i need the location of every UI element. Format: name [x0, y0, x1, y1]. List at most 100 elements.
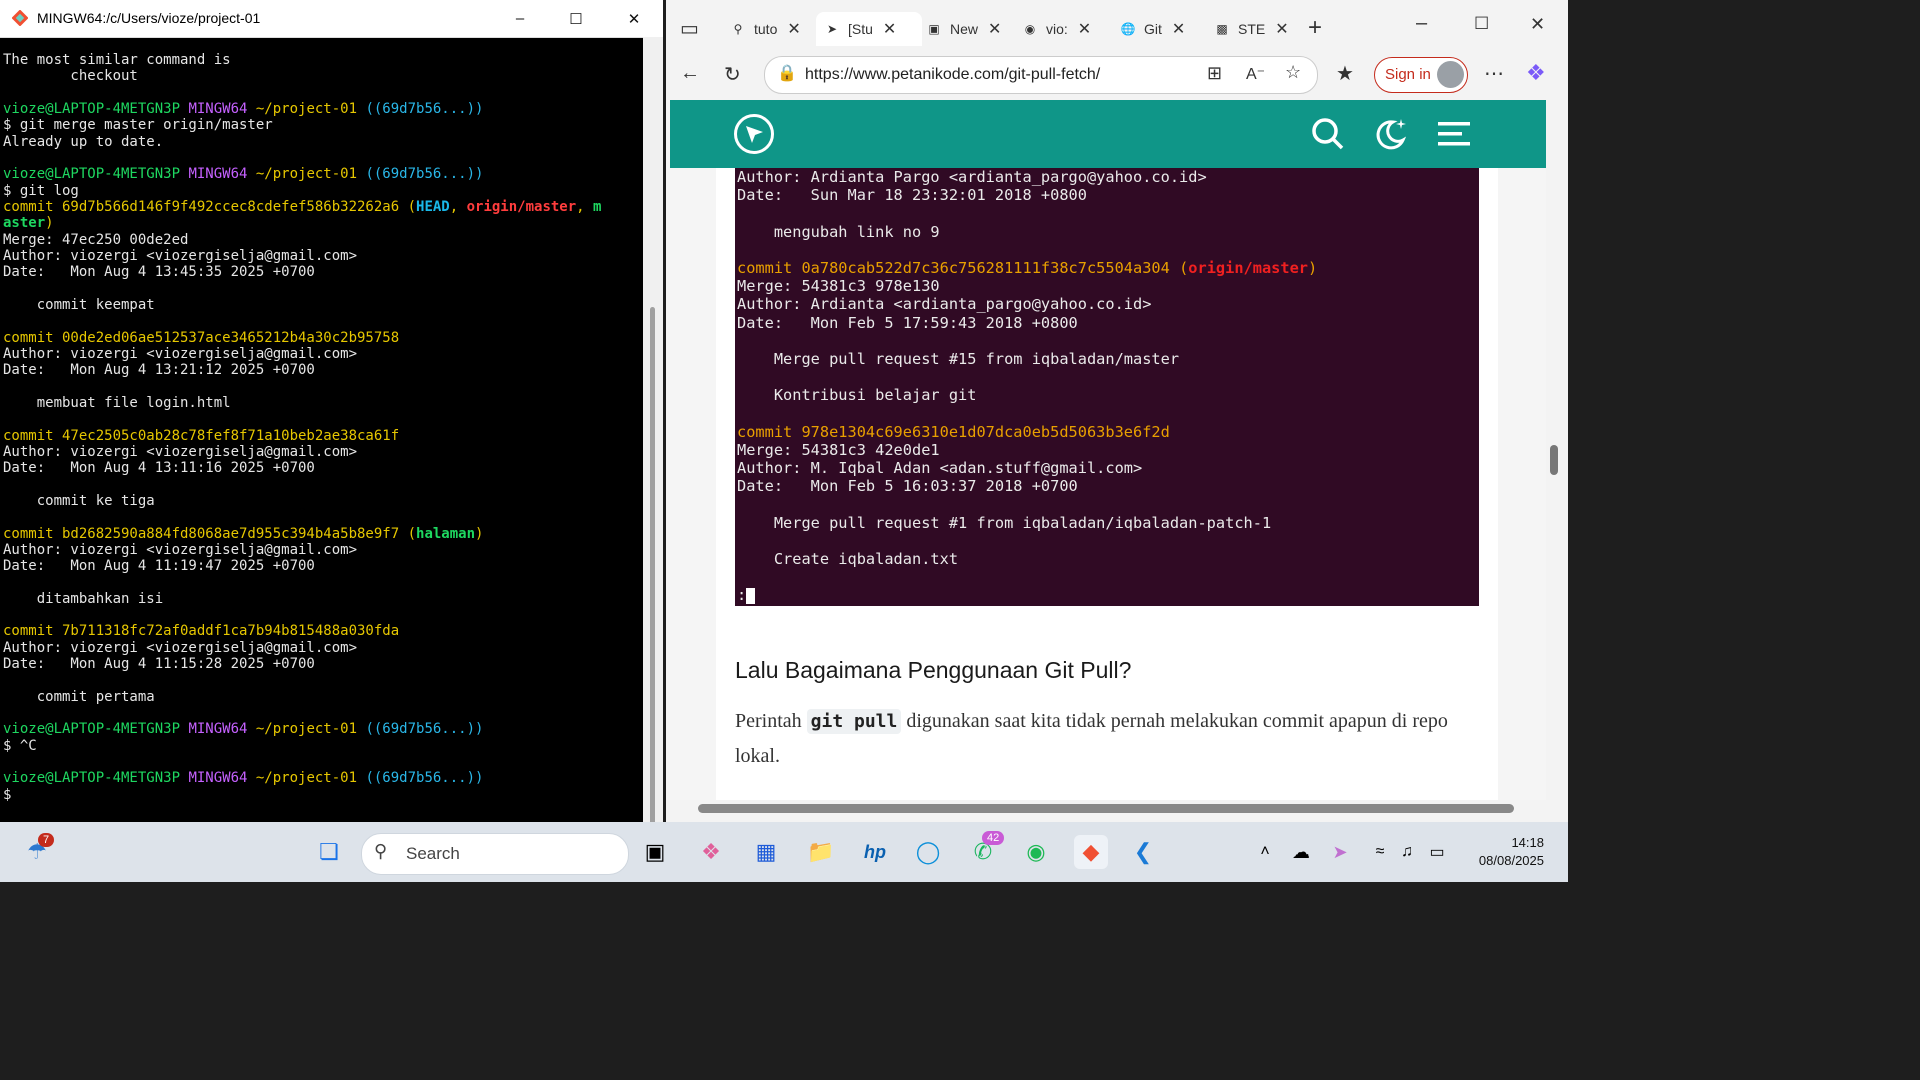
screenshot-line: Kontribusi belajar git	[735, 386, 1479, 404]
back-icon[interactable]: ←	[680, 62, 700, 85]
page-scrollbar[interactable]	[1546, 100, 1568, 800]
search-input[interactable]: ⚲ Search	[361, 833, 629, 875]
screenshot-line-segment: Date: Mon Feb 5 17:59:43 2018 +0800	[737, 313, 1078, 332]
taskbar: ☂ 7 ❏ ⚲ Search ▣ ❖ ▦ 📁 hp ◯ ✆ 42 ◉ ◆ ❮ ˄…	[0, 822, 1568, 882]
terminal-title: MINGW64:/c/Users/vioze/project-01	[37, 10, 261, 26]
terminal-line-segment: ditambahkan isi	[3, 590, 164, 607]
close-button[interactable]: ✕	[605, 0, 663, 37]
tab-2[interactable]: ▣ New ✕	[918, 12, 1016, 46]
menu-icon[interactable]	[1438, 120, 1470, 148]
browser-window[interactable]: ▭ ⚲ tuto ✕ ➤ [Stu ✕ ▣ New ✕ ◉ vio: ✕ 🌐 Git ✕ ▩ STE ✕ + – …	[666, 0, 1568, 822]
terminal-line-segment: The most similar command is	[3, 52, 231, 68]
screenshot-line-segment: Merge: 54381c3 42e0de1	[737, 440, 940, 459]
copilot-icon[interactable]: ❖	[694, 835, 728, 869]
cloud-icon[interactable]: ☁	[1284, 835, 1318, 869]
close-button[interactable]: ✕	[1530, 14, 1545, 35]
screenshot-line: Create iqbaladan.txt	[735, 550, 1479, 568]
terminal-line-segment: commit keempat	[3, 296, 155, 313]
new-tab-button[interactable]: +	[1308, 14, 1322, 42]
favorites-icon[interactable]: ★	[1336, 61, 1354, 86]
terminal-line-segment: ((69d7b56...))	[365, 100, 484, 117]
terminal-line-segment: HEAD	[416, 198, 450, 215]
edge-icon[interactable]: ◯	[911, 835, 945, 869]
close-tab-icon[interactable]: ✕	[1078, 19, 1091, 39]
logo-icon	[746, 126, 763, 143]
terminal-window[interactable]: MINGW64:/c/Users/vioze/project-01 – ☐ ✕ …	[0, 0, 663, 857]
terminal-output[interactable]: The most similar command is checkout vioz…	[3, 52, 643, 822]
file-explorer-icon[interactable]: 📁	[804, 835, 838, 869]
send-icon[interactable]: ➤	[1323, 835, 1357, 869]
terminal-line-segment: Date: Mon Aug 4 13:45:35 2025 +0700	[3, 264, 315, 281]
tab-label: tuto	[754, 21, 778, 37]
screenshot-line	[735, 568, 1479, 586]
terminal-scrollbar[interactable]	[643, 37, 663, 857]
horizontal-scrollbar[interactable]	[676, 800, 1546, 816]
terminal-titlebar[interactable]: MINGW64:/c/Users/vioze/project-01 – ☐ ✕	[0, 0, 663, 38]
hp-icon[interactable]: hp	[858, 835, 892, 869]
scrollbar-thumb[interactable]	[650, 307, 655, 857]
screenshot-line-segment: Merge pull request #15 from iqbaladan/ma…	[737, 349, 1180, 368]
vscode-icon[interactable]: ❮	[1126, 835, 1160, 869]
sign-in-button[interactable]: Sign in	[1374, 57, 1468, 93]
minimize-button[interactable]: –	[1416, 12, 1427, 35]
terminal-line-segment: vioze@LAPTOP-4METGN3P	[3, 770, 189, 787]
favorite-star-icon[interactable]: ☆	[1285, 62, 1301, 83]
dark-mode-icon[interactable]	[1373, 116, 1409, 152]
scrollbar-thumb[interactable]	[698, 804, 1514, 813]
terminal-line: $	[3, 787, 643, 803]
start-icon[interactable]: ❏	[312, 835, 346, 869]
site-logo[interactable]	[734, 114, 774, 154]
close-tab-icon[interactable]: ✕	[883, 19, 896, 39]
copilot-icon[interactable]: ❖	[1526, 60, 1546, 86]
maximize-button[interactable]: ☐	[547, 0, 605, 37]
clock[interactable]: 14:18 08/08/2025	[1460, 834, 1544, 870]
tab-0[interactable]: ⚲ tuto ✕	[722, 12, 822, 46]
close-tab-icon[interactable]: ✕	[787, 19, 800, 39]
git-bash-icon[interactable]: ◆	[1074, 835, 1108, 869]
tab-1[interactable]: ➤ [Stu ✕	[816, 12, 922, 46]
tab-5[interactable]: ▩ STE ✕	[1206, 12, 1306, 46]
task-view-icon[interactable]: ▣	[638, 835, 672, 869]
app-available-icon[interactable]: ⊞	[1207, 63, 1222, 84]
tab-4[interactable]: 🌐 Git ✕	[1112, 12, 1210, 46]
lock-icon[interactable]: 🔒	[777, 63, 797, 83]
terminal-line-segment: commit 47ec2505c0ab28c78fef8f71a10beb2ae…	[3, 427, 400, 444]
minimize-button[interactable]: –	[491, 0, 549, 37]
close-tab-icon[interactable]: ✕	[988, 19, 1001, 39]
scrollbar-thumb[interactable]	[1550, 445, 1558, 475]
address-bar[interactable]: 🔒 https://www.petanikode.com/git-pull-fe…	[764, 56, 1318, 94]
store-icon[interactable]: ▦	[749, 835, 783, 869]
speaker-icon[interactable]: ♫	[1390, 835, 1424, 869]
terminal-line-segment: commit 00de2ed06ae512537ace3465212b4a30c…	[3, 329, 400, 346]
read-aloud-icon[interactable]: A⁻	[1246, 64, 1265, 84]
screenshot-line: Merge pull request #15 from iqbaladan/ma…	[735, 350, 1479, 368]
url-text[interactable]: https://www.petanikode.com/git-pull-fetc…	[805, 66, 1100, 84]
maximize-button[interactable]: ☐	[1474, 14, 1489, 34]
refresh-icon[interactable]: ↻	[724, 62, 741, 87]
screenshot-line	[735, 532, 1479, 550]
tab-label: [Stu	[848, 21, 873, 37]
close-tab-icon[interactable]: ✕	[1172, 19, 1185, 39]
terminal-line: commit 00de2ed06ae512537ace3465212b4a30c…	[3, 330, 643, 346]
tab-actions-icon[interactable]: ▭	[680, 16, 699, 41]
terminal-line: Already up to date.	[3, 134, 643, 150]
search-icon[interactable]	[1310, 116, 1346, 152]
terminal-line-segment: )	[475, 525, 484, 542]
screenshot-line-segment: origin/master	[1188, 258, 1309, 277]
terminal-line-segment: Date: Mon Aug 4 13:21:12 2025 +0700	[3, 362, 315, 379]
more-icon[interactable]: ⋯	[1484, 61, 1504, 86]
tab-3[interactable]: ◉ vio: ✕	[1014, 12, 1114, 46]
terminal-line-segment: ~/project-01	[255, 166, 366, 183]
close-tab-icon[interactable]: ✕	[1275, 19, 1288, 39]
page-viewport[interactable]: Author: Ardianta Pargo <ardianta_pargo@y…	[666, 100, 1546, 800]
battery-icon[interactable]: ▭	[1420, 835, 1454, 869]
terminal-line-segment: MINGW64	[188, 100, 256, 117]
terminal-line: vioze@LAPTOP-4METGN3P MINGW64 ~/project-…	[3, 770, 643, 786]
chevron-up-icon[interactable]: ˄	[1248, 835, 1282, 869]
spotify-icon[interactable]: ◉	[1019, 835, 1053, 869]
tab-label: New	[950, 21, 979, 37]
